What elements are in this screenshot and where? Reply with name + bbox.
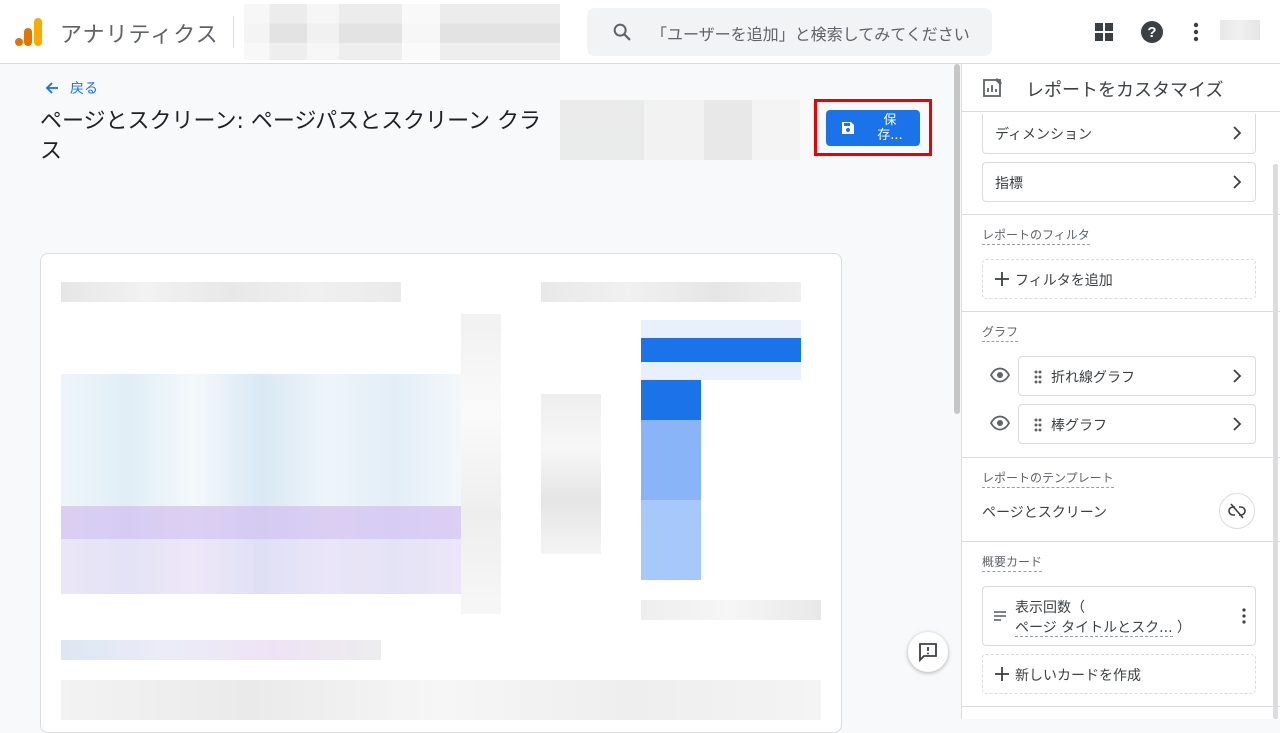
line-chart-row[interactable]: 折れ線グラフ bbox=[1018, 356, 1256, 396]
help-icon[interactable]: ? bbox=[1140, 20, 1164, 44]
create-card-button[interactable]: 新しいカードを作成 bbox=[982, 654, 1256, 694]
visibility-icon[interactable] bbox=[990, 415, 1010, 431]
blurred-block bbox=[541, 394, 601, 554]
panel-title: レポートをカスタマイズ bbox=[1026, 80, 1224, 101]
blurred-bar bbox=[641, 320, 801, 380]
chart-section-label: グラフ bbox=[982, 323, 1019, 342]
drag-handle-icon[interactable] bbox=[1033, 369, 1043, 385]
summary-card-close-paren: ） bbox=[1176, 620, 1191, 636]
back-label: 戻る bbox=[70, 81, 98, 97]
svg-text:?: ? bbox=[1147, 24, 1156, 41]
bar-chart-label: 棒グラフ bbox=[1051, 418, 1107, 434]
blurred-block bbox=[461, 314, 501, 614]
blurred-bar bbox=[641, 380, 701, 580]
add-filter-button[interactable]: フィルタを追加 bbox=[982, 259, 1256, 299]
metrics-label: 指標 bbox=[995, 176, 1023, 192]
divider bbox=[962, 541, 1280, 542]
template-name: ページとスクリーン bbox=[982, 505, 1108, 521]
account-selector-blurred[interactable] bbox=[244, 4, 560, 60]
save-button[interactable]: 保存... bbox=[826, 110, 920, 146]
filter-section-label: レポートのフィルタ bbox=[982, 226, 1090, 245]
feedback-button[interactable] bbox=[908, 632, 948, 672]
panel-scrollbar[interactable] bbox=[1273, 164, 1278, 719]
dimensions-label: ディメンション bbox=[995, 127, 1093, 143]
divider bbox=[233, 16, 234, 48]
chevron-right-icon bbox=[1233, 369, 1242, 383]
arrow-back-icon bbox=[45, 82, 58, 94]
account-avatar-blurred[interactable] bbox=[1220, 20, 1260, 40]
visibility-icon[interactable] bbox=[990, 367, 1010, 383]
save-label: 保存... bbox=[877, 113, 903, 143]
blurred-table bbox=[61, 680, 821, 720]
blurred-legend bbox=[61, 640, 381, 660]
panel-header: レポートをカスタマイズ bbox=[962, 64, 1280, 112]
divider bbox=[962, 214, 1280, 215]
line-chart-label: 折れ線グラフ bbox=[1051, 370, 1135, 386]
apps-grid-icon[interactable] bbox=[1092, 20, 1116, 44]
bar-chart-row[interactable]: 棒グラフ bbox=[1018, 404, 1256, 444]
search-icon bbox=[613, 23, 631, 41]
blurred-chart bbox=[61, 374, 461, 594]
dimensions-row[interactable]: ディメンション bbox=[982, 114, 1256, 154]
comparison-blurred[interactable] bbox=[560, 100, 800, 160]
search-input[interactable]: 「ユーザーを追加」と検索してみてください bbox=[651, 21, 970, 45]
plus-icon bbox=[995, 667, 1009, 681]
card-list-icon bbox=[994, 611, 1006, 621]
summary-card-metric: 表示回数（ bbox=[1015, 600, 1085, 616]
summary-card-dimension: ページ タイトルとスク... ） bbox=[1015, 617, 1191, 637]
chevron-right-icon bbox=[1233, 126, 1242, 140]
save-icon bbox=[842, 122, 854, 134]
more-vert-icon[interactable] bbox=[1184, 20, 1208, 44]
summary-section-label: 概要カード bbox=[982, 553, 1043, 572]
template-section-label: レポートのテンプレート bbox=[982, 469, 1114, 488]
divider bbox=[962, 706, 1280, 707]
customize-report-panel: レポートをカスタマイズ ディメンション 指標 レポートのフィルタ フィルタを追加… bbox=[961, 64, 1280, 719]
metrics-row[interactable]: 指標 bbox=[982, 162, 1256, 202]
blurred-block bbox=[641, 600, 821, 620]
feedback-icon bbox=[919, 643, 937, 662]
plus-icon bbox=[995, 272, 1009, 286]
report-card-blurred bbox=[40, 253, 842, 733]
blurred-block bbox=[541, 282, 801, 302]
main-scrollbar[interactable] bbox=[954, 64, 960, 414]
summary-card-item[interactable]: 表示回数（ ページ タイトルとスク... ） bbox=[982, 586, 1256, 646]
summary-card-dimension-name: ページ タイトルとスク... bbox=[1015, 620, 1173, 637]
blurred-block bbox=[61, 282, 401, 302]
top-bar: アナリティクス 「ユーザーを追加」と検索してみてください ? bbox=[0, 0, 1280, 64]
page-title: ページとスクリーン: ページパスとスクリーン クラス bbox=[40, 109, 542, 164]
more-vert-icon[interactable] bbox=[1241, 607, 1247, 625]
back-link[interactable]: 戻る bbox=[44, 78, 98, 98]
app-title: アナリティクス bbox=[60, 23, 219, 48]
chevron-right-icon bbox=[1233, 417, 1242, 431]
analytics-logo-icon[interactable] bbox=[14, 16, 44, 48]
create-card-label: 新しいカードを作成 bbox=[1015, 668, 1141, 684]
link-off-icon bbox=[1228, 503, 1246, 519]
search-bar[interactable]: 「ユーザーを追加」と検索してみてください bbox=[587, 8, 992, 56]
drag-handle-icon[interactable] bbox=[1033, 417, 1043, 433]
divider bbox=[962, 457, 1280, 458]
chevron-right-icon bbox=[1233, 175, 1242, 189]
divider bbox=[962, 311, 1280, 312]
add-filter-label: フィルタを追加 bbox=[1015, 273, 1113, 289]
unlink-template-button[interactable] bbox=[1219, 493, 1255, 529]
edit-report-icon bbox=[983, 78, 1002, 97]
